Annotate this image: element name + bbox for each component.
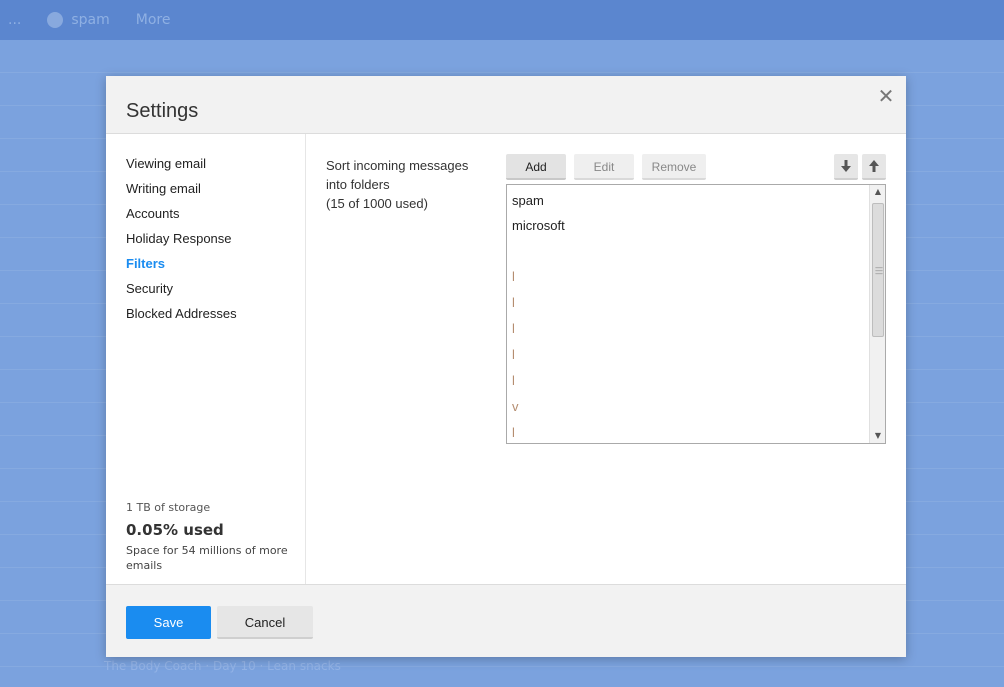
- scroll-thumb[interactable]: — — —: [872, 203, 884, 337]
- close-icon[interactable]: ✕: [876, 86, 896, 106]
- filters-description: Sort incoming messages into folders (15 …: [326, 156, 468, 213]
- filters-description-line: into folders: [326, 177, 390, 192]
- sidebar-item-blocked-addresses[interactable]: Blocked Addresses: [126, 306, 237, 321]
- sidebar-item-security[interactable]: Security: [126, 281, 173, 296]
- list-item[interactable]: microsoft: [512, 218, 565, 233]
- storage-space: Space for 54 millions of more emails: [126, 544, 288, 572]
- arrow-down-icon: [841, 160, 851, 172]
- dialog-header: Settings ✕: [106, 76, 906, 134]
- bg-toolbar-item: ...: [8, 12, 22, 28]
- edit-filter-button[interactable]: Edit: [574, 154, 634, 180]
- dialog-footer: Save Cancel: [106, 584, 906, 657]
- sidebar-item-writing-email[interactable]: Writing email: [126, 181, 201, 196]
- scroll-down-icon[interactable]: ▼: [870, 429, 885, 443]
- move-down-button[interactable]: [834, 154, 858, 180]
- arrow-up-icon: [869, 160, 879, 172]
- add-filter-button[interactable]: Add: [506, 154, 566, 180]
- move-up-button[interactable]: [862, 154, 886, 180]
- settings-sidebar: Viewing email Writing email Accounts Hol…: [106, 134, 306, 584]
- list-item[interactable]: l: [512, 321, 515, 336]
- background-toolbar: ... spam More: [0, 0, 1004, 40]
- background-message-subject: The Body Coach · Day 10 · Lean snacks: [104, 659, 341, 673]
- sidebar-item-viewing-email[interactable]: Viewing email: [126, 156, 206, 171]
- filters-list[interactable]: spam microsoft l l l l l v l ▲ — — — ▼: [506, 184, 886, 444]
- sidebar-item-accounts[interactable]: Accounts: [126, 206, 179, 221]
- filters-description-line: Sort incoming messages: [326, 158, 469, 173]
- grip-icon: — — —: [875, 263, 883, 278]
- storage-used: 0.05% used: [126, 521, 224, 539]
- sidebar-item-holiday-response[interactable]: Holiday Response: [126, 231, 232, 246]
- list-item[interactable]: l: [512, 373, 515, 388]
- settings-dialog: Settings ✕ Viewing email Writing email A…: [106, 76, 906, 657]
- filters-list-scrollbar[interactable]: ▲ — — — ▼: [869, 185, 885, 443]
- save-button[interactable]: Save: [126, 606, 211, 639]
- list-item[interactable]: l: [512, 347, 515, 362]
- dialog-title: Settings: [126, 100, 199, 122]
- cancel-button[interactable]: Cancel: [217, 606, 313, 639]
- list-item[interactable]: l: [512, 269, 515, 284]
- sidebar-item-filters[interactable]: Filters: [126, 256, 165, 271]
- list-item[interactable]: l: [512, 295, 515, 310]
- bg-toolbar-item: spam: [47, 12, 110, 28]
- remove-filter-button[interactable]: Remove: [642, 154, 706, 180]
- list-item[interactable]: spam: [512, 193, 544, 208]
- storage-capacity: 1 TB of storage: [126, 501, 211, 514]
- storage-info: 1 TB of storage 0.05% used Space for 54 …: [126, 501, 296, 573]
- bg-toolbar-item: More: [135, 12, 171, 28]
- filters-count: (15 of 1000 used): [326, 196, 428, 211]
- spam-icon: [47, 12, 64, 28]
- list-item[interactable]: l: [512, 425, 515, 440]
- scroll-up-icon[interactable]: ▲: [870, 185, 885, 199]
- list-item[interactable]: v: [512, 399, 519, 414]
